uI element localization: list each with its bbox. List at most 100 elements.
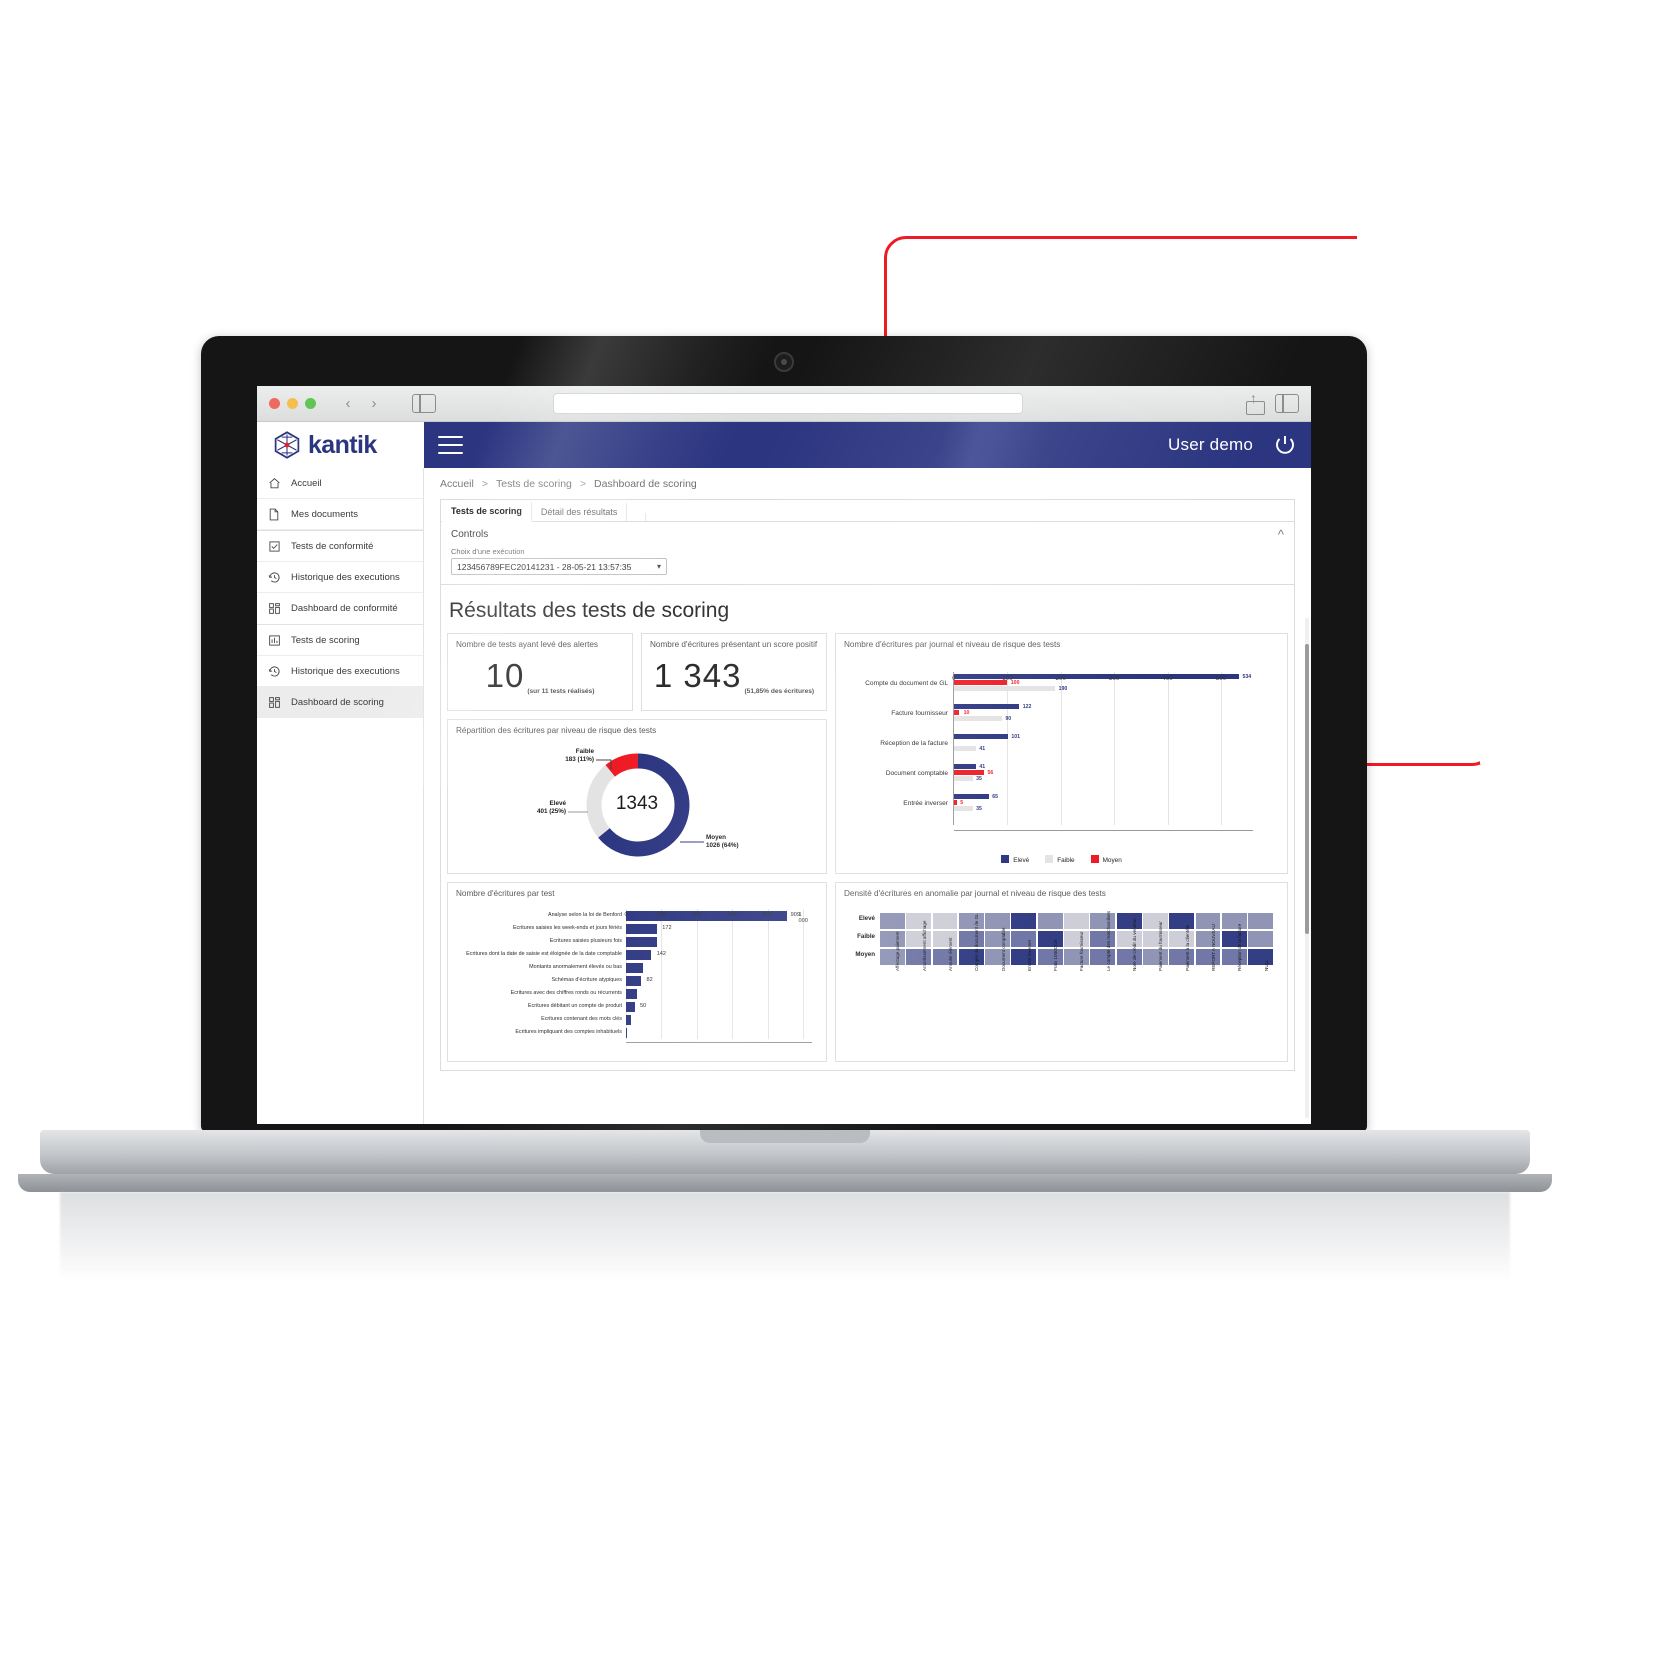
sidebar-item-tests-de-conformite[interactable]: Tests de conformité	[257, 531, 423, 562]
legend-item-faible[interactable]: Faible	[1045, 855, 1075, 864]
heatmap-cell[interactable]	[1011, 949, 1037, 965]
heatmap-cell[interactable]	[1221, 931, 1247, 947]
heatmap-cell[interactable]	[1221, 949, 1247, 965]
browser-right-icons[interactable]	[1245, 390, 1299, 415]
heatmap-cell[interactable]	[932, 949, 958, 965]
address-bar-input[interactable]	[553, 393, 1024, 414]
journal-value: 534	[1242, 674, 1252, 680]
heatmap-cell[interactable]	[1037, 913, 1063, 929]
minimize-window-icon[interactable]	[287, 398, 298, 409]
heatmap-cell[interactable]	[1221, 913, 1247, 929]
heatmap-cell[interactable]	[1116, 931, 1142, 947]
heatmap-cell[interactable]	[1011, 931, 1037, 947]
journal-xtick: 200	[1055, 675, 1067, 682]
sidebar-item-tests-de-scoring[interactable]: Tests de scoring	[257, 625, 423, 656]
sidebar-item-dashboard-de-conformite[interactable]: Dashboard de conformité	[257, 593, 423, 624]
heatmap-cell[interactable]	[1142, 949, 1168, 965]
window-traffic-lights[interactable]	[269, 398, 316, 409]
heatmap-cell[interactable]	[1248, 949, 1273, 965]
breadcrumb-separator: >	[481, 478, 488, 490]
show-tabs-icon[interactable]	[1274, 394, 1299, 413]
heatmap-cell[interactable]	[1248, 931, 1273, 947]
bar-chart-icon	[267, 633, 281, 647]
tests-bar-value: 82	[646, 977, 653, 983]
legend-item-moyen[interactable]: Moyen	[1090, 855, 1122, 864]
power-icon[interactable]	[1273, 433, 1297, 457]
tab-tests-de-scoring[interactable]: Tests de scoring	[442, 502, 532, 522]
kpi-value-row: 10 (sur 11 tests réalisés)	[448, 657, 632, 695]
navigation-buttons[interactable]: ‹ ›	[336, 393, 386, 415]
heatmap-column-label: Document comptable	[1000, 927, 1006, 971]
heatmap-cell[interactable]	[1011, 913, 1037, 929]
heatmap-cell[interactable]	[1064, 949, 1089, 965]
heatmap-cell[interactable]	[958, 949, 984, 965]
heatmap-cell[interactable]	[1169, 931, 1195, 947]
heatmap-cell[interactable]	[1037, 949, 1063, 965]
journal-value: 41	[979, 764, 986, 770]
breadcrumb-item-1[interactable]: Accueil	[440, 478, 474, 490]
heatmap-cell[interactable]	[1090, 931, 1116, 947]
kpi-value-row: 1 343 (51,85% des écritures)	[642, 657, 826, 695]
sidebar-item-historique-des-executions-scoring[interactable]: Historique des executions	[257, 656, 423, 687]
heatmap-cell[interactable]	[932, 913, 958, 929]
chevron-down-icon: ▾	[656, 562, 661, 571]
heatmap-cell[interactable]	[1195, 949, 1221, 965]
heatmap-cell[interactable]	[1195, 913, 1221, 929]
sidebar-item-accueil[interactable]: Accueil	[257, 468, 423, 499]
laptop-reflection	[60, 1192, 1510, 1282]
brand-logo[interactable]: kantik	[257, 422, 424, 468]
heatmap-cell[interactable]	[958, 913, 984, 929]
heatmap-cell[interactable]	[1169, 949, 1195, 965]
heatmap-cell[interactable]	[1064, 931, 1089, 947]
execution-select[interactable]: 123456789FEC20141231 - 28-05-21 13:57:35…	[451, 558, 667, 575]
heatmap-column-label: Paiement du fournisseur	[1158, 921, 1164, 971]
sidebar-toggle-icon[interactable]	[412, 394, 436, 413]
heatmap-cell[interactable]	[985, 913, 1011, 929]
heatmap-cell[interactable]	[906, 949, 932, 965]
breadcrumb-item-2[interactable]: Tests de scoring	[496, 478, 572, 490]
heatmap-cell[interactable]	[1142, 931, 1168, 947]
heatmap-cell[interactable]	[958, 931, 984, 947]
scrollbar-thumb[interactable]	[1305, 644, 1309, 934]
maximize-window-icon[interactable]	[305, 398, 316, 409]
heatmap-cell[interactable]	[1037, 931, 1063, 947]
heatmap-cell[interactable]	[985, 931, 1011, 947]
sidebar-item-dashboard-de-scoring[interactable]: Dashboard de scoring	[257, 687, 423, 718]
heatmap-cell[interactable]	[880, 931, 905, 947]
heatmap-cell[interactable]	[1248, 913, 1273, 929]
heatmap-column-label: Réception de la facture	[1237, 923, 1243, 971]
sidebar-item-mes-documents[interactable]: Mes documents	[257, 499, 423, 530]
heatmap-cell[interactable]	[1195, 931, 1221, 947]
legend-item-eleve[interactable]: Elevé	[1001, 855, 1029, 864]
heatmap-cell[interactable]	[985, 949, 1011, 965]
sidebar-item-label: Dashboard de scoring	[291, 697, 384, 708]
heatmap-cell[interactable]	[1090, 949, 1116, 965]
heatmap-cell[interactable]	[1169, 913, 1195, 929]
heatmap-row-label: Elevé	[858, 915, 875, 922]
heatmap-cell[interactable]	[932, 931, 958, 947]
heatmap-cell[interactable]	[880, 949, 905, 965]
back-icon[interactable]: ‹	[336, 393, 360, 415]
heatmap-cell[interactable]	[1090, 913, 1116, 929]
tests-bar-category: Ecritures dont la date de saisie est élo…	[466, 951, 622, 957]
heatmap-cell[interactable]	[906, 931, 932, 947]
close-window-icon[interactable]	[269, 398, 280, 409]
sidebar-item-historique-des-executions[interactable]: Historique des executions	[257, 562, 423, 593]
heatmap-cell[interactable]	[1142, 913, 1168, 929]
tab-detail-des-resultats[interactable]: Détail des résultats	[532, 503, 628, 521]
controls-panel: Tests de scoring Détail des résultats Co…	[440, 499, 1295, 585]
heatmap-cell[interactable]	[906, 913, 932, 929]
journal-bar-plot: Compte du document de GL 534 100 190 Fac…	[865, 672, 1253, 831]
chevron-up-icon[interactable]: ^	[1278, 527, 1284, 542]
share-icon[interactable]	[1245, 390, 1265, 415]
heatmap-cell[interactable]	[1116, 913, 1142, 929]
heatmap-cell[interactable]	[1064, 913, 1089, 929]
tests-bar-category: Ecritures impliquant des comptes inhabit…	[515, 1029, 622, 1035]
heatmap-column-label: Le compte des marchandises	[1105, 910, 1111, 971]
tests-bar-category: Ecritures contenant des mots clés	[541, 1016, 622, 1022]
heatmap-cell[interactable]	[880, 913, 905, 929]
heatmap-cell[interactable]	[1116, 949, 1142, 965]
hamburger-menu-icon[interactable]	[438, 436, 463, 454]
forward-icon[interactable]: ›	[362, 393, 386, 415]
laptop-base	[40, 1130, 1530, 1174]
